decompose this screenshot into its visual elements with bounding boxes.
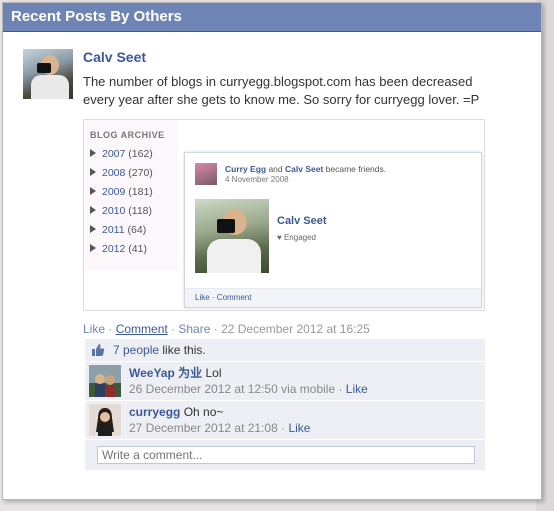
share-link[interactable]: Share (178, 322, 210, 336)
thumbs-up-icon (92, 344, 105, 356)
archive-item: 2012 (41) (90, 243, 153, 262)
people-like-link[interactable]: 7 people (113, 343, 159, 357)
panel-title: Recent Posts By Others (3, 3, 541, 32)
comment-content: curryegg Oh no~ 27 December 2012 at 21:0… (129, 404, 310, 436)
friendship-card: Curry Egg and Calv Seet became friends. … (184, 152, 482, 308)
relationship-status: ♥ Engaged (277, 233, 317, 242)
archive-item: 2010 (118) (90, 205, 153, 224)
blog-archive-title: BLOG ARCHIVE (90, 130, 165, 140)
friendship-text: Curry Egg and Calv Seet became friends. (225, 164, 387, 174)
post-actions: Like · Comment · Share · 22 December 201… (83, 322, 370, 336)
post-timestamp[interactable]: · 22 December 2012 at 16:25 (210, 322, 370, 336)
friend-avatar (195, 163, 217, 185)
expand-triangle-icon (90, 244, 96, 252)
expand-triangle-icon (90, 225, 96, 233)
comment-meta: 27 December 2012 at 21:08 · Like (129, 421, 311, 435)
write-comment-input[interactable] (97, 446, 475, 464)
likes-text: 7 people like this. (113, 343, 206, 357)
comment-author-link[interactable]: WeeYap 为业 (129, 366, 202, 380)
archive-item: 2009 (181) (90, 186, 153, 205)
post-body: Calv Seet The number of blogs in curryeg… (83, 49, 503, 109)
post-message: The number of blogs in curryegg.blogspot… (83, 74, 480, 107)
card-footer: Like · Comment (185, 288, 481, 307)
likes-row: 7 people like this. (85, 339, 485, 362)
expand-triangle-icon (90, 168, 96, 176)
post-author-link[interactable]: Calv Seet (83, 49, 146, 65)
expand-triangle-icon (90, 187, 96, 195)
like-link[interactable]: Like (83, 322, 105, 336)
friendship-date: 4 November 2008 (225, 175, 289, 184)
comment-text: Lol (202, 366, 222, 380)
expand-triangle-icon (90, 149, 96, 157)
card-actions: Like · Comment (195, 293, 252, 302)
profile-name: Calv Seet (277, 215, 327, 227)
profile-photo (195, 199, 269, 273)
feedback-section: 7 people like this. WeeYap 为业 Lol 26 Dec… (85, 339, 485, 471)
write-comment-row (85, 440, 485, 471)
comment-link[interactable]: Comment (116, 322, 168, 336)
shared-screenshot-image[interactable]: BLOG ARCHIVE 2007 (162) 2008 (270) 2009 … (83, 119, 485, 311)
comment-meta: 26 December 2012 at 12:50 via mobile · L… (129, 382, 368, 396)
comment-like-link[interactable]: Like (288, 421, 310, 435)
recent-posts-panel: Recent Posts By Others Calv Seet The num… (2, 2, 542, 500)
author-avatar[interactable] (23, 49, 73, 99)
commenter-avatar[interactable] (89, 404, 121, 436)
comment-author-link[interactable]: curryegg (129, 405, 180, 419)
comment-text: Oh no~ (180, 405, 224, 419)
archive-item: 2008 (270) (90, 167, 153, 186)
expand-triangle-icon (90, 206, 96, 214)
commenter-avatar[interactable] (89, 365, 121, 397)
comment-content: WeeYap 为业 Lol 26 December 2012 at 12:50 … (129, 365, 368, 397)
blog-archive: BLOG ARCHIVE 2007 (162) 2008 (270) 2009 … (84, 120, 178, 270)
archive-item: 2007 (162) (90, 148, 153, 167)
comment-like-link[interactable]: Like (346, 382, 368, 396)
blog-archive-list: 2007 (162) 2008 (270) 2009 (181) 2010 (1… (90, 148, 153, 262)
archive-item: 2011 (64) (90, 224, 153, 243)
comment: WeeYap 为业 Lol 26 December 2012 at 12:50 … (85, 362, 485, 401)
comment: curryegg Oh no~ 27 December 2012 at 21:0… (85, 401, 485, 440)
